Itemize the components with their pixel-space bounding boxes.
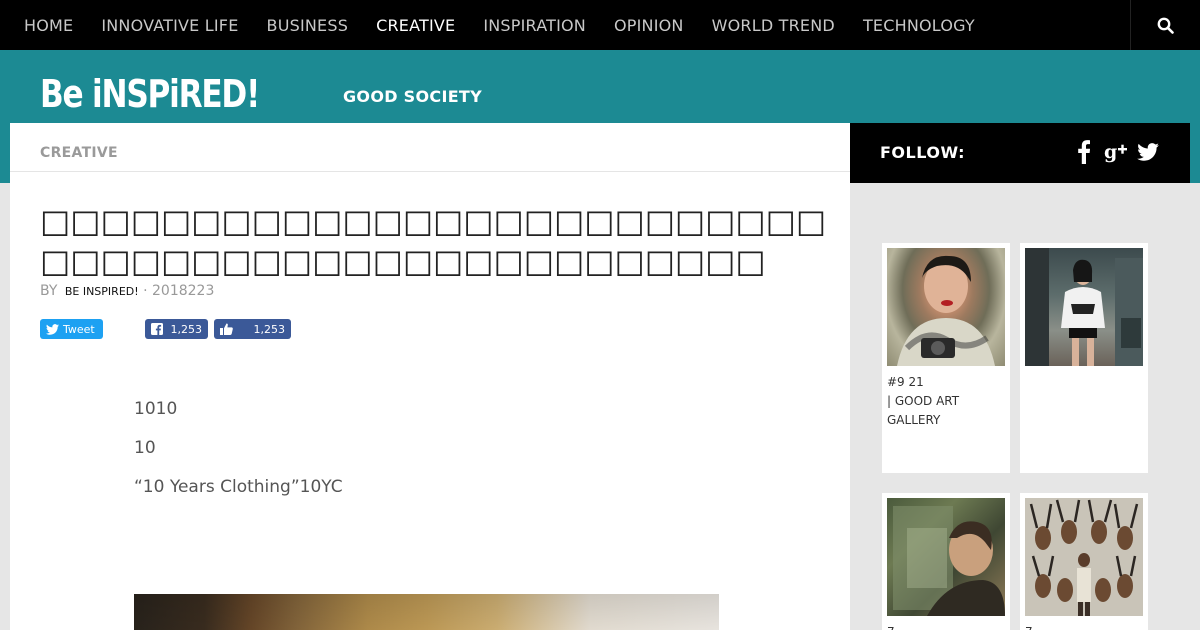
card-caption: #9 21 | GOOD ART GALLERY [887,373,1007,430]
like-button[interactable]: 1,253 [214,319,291,339]
byline: BY BE INSPIRED! · 2018223 [40,283,214,299]
facebook-share-button[interactable]: 1,253 [145,319,208,339]
twitter-link[interactable] [1134,138,1162,166]
thumbnail-art [893,506,1005,616]
thumbnail-art [897,255,995,366]
card-thumbnail [887,248,1005,366]
nav-item-technology[interactable]: TECHNOLOGY [863,16,975,35]
article-category[interactable]: CREATIVE [40,145,118,161]
sidebar-card[interactable]: 7 [1020,493,1148,630]
nav-items: HOME INNOVATIVE LIFE BUSINESS CREATIVE I… [24,0,1003,50]
sidebar-card[interactable] [1020,243,1148,473]
card-thumbnail [1025,498,1143,616]
category-bar: CREATIVE [10,123,850,172]
thumbnail-art [1029,499,1139,616]
byline-prefix: BY [40,283,58,299]
good-society-link[interactable]: GOOD SOCIETY [343,87,482,106]
facebook-link[interactable] [1070,138,1098,166]
follow-label: FOLLOW: [880,143,966,162]
article-container: CREATIVE □□□□□□□□□□□□□□□□□□□□□□□□□□□□□□□… [10,123,850,630]
article-paragraph: 10 [134,438,156,458]
google-plus-link[interactable]: g [1102,138,1130,166]
facebook-icon [151,323,163,335]
twitter-icon [46,323,59,335]
facebook-share-count: 1,253 [170,322,203,336]
article-date: 2018223 [152,283,215,299]
article-paragraph: “10 Years Clothing”10YC [134,477,343,497]
nav-item-innovative-life[interactable]: INNOVATIVE LIFE [101,16,238,35]
sidebar-card[interactable]: 7 [882,493,1010,630]
search-icon [1157,17,1174,34]
facebook-icon [1078,140,1090,164]
card-caption-line: #9 21 | GOOD ART GALLERY [887,375,960,427]
card-caption: 7 [1025,623,1145,630]
search-button[interactable] [1130,0,1200,50]
twitter-icon [1137,143,1159,161]
card-caption: 7 [887,623,1007,630]
google-plus-icon: g [1104,141,1127,163]
svg-text:g: g [1104,141,1117,163]
thumbnail-art [1025,248,1143,366]
article-title: □□□□□□□□□□□□□□□□□□□□□□□□□□□□□□□□□□□□□□□□… [40,202,827,280]
top-navigation: HOME INNOVATIVE LIFE BUSINESS CREATIVE I… [0,0,1200,50]
nav-item-home[interactable]: HOME [24,16,73,35]
nav-item-business[interactable]: BUSINESS [267,16,349,35]
like-count: 1,253 [253,322,286,336]
nav-item-inspiration[interactable]: INSPIRATION [483,16,586,35]
author-link[interactable]: BE INSPIRED! [65,285,139,298]
site-logo[interactable]: Be iNSPiRED! [40,72,260,116]
photo-shade [134,594,719,630]
nav-item-world-trend[interactable]: WORLD TREND [712,16,835,35]
card-thumbnail [887,498,1005,616]
card-thumbnail [1025,248,1143,366]
nav-item-creative[interactable]: CREATIVE [376,16,455,35]
article-photo [134,594,719,630]
article-paragraph: 1010 [134,399,178,419]
tweet-button[interactable]: Tweet [40,319,103,339]
sidebar-card[interactable]: #9 21 | GOOD ART GALLERY [882,243,1010,473]
thumbs-up-icon [220,323,233,335]
date-separator: · [143,283,148,299]
tweet-label: Tweet [63,322,95,336]
nav-item-opinion[interactable]: OPINION [614,16,684,35]
